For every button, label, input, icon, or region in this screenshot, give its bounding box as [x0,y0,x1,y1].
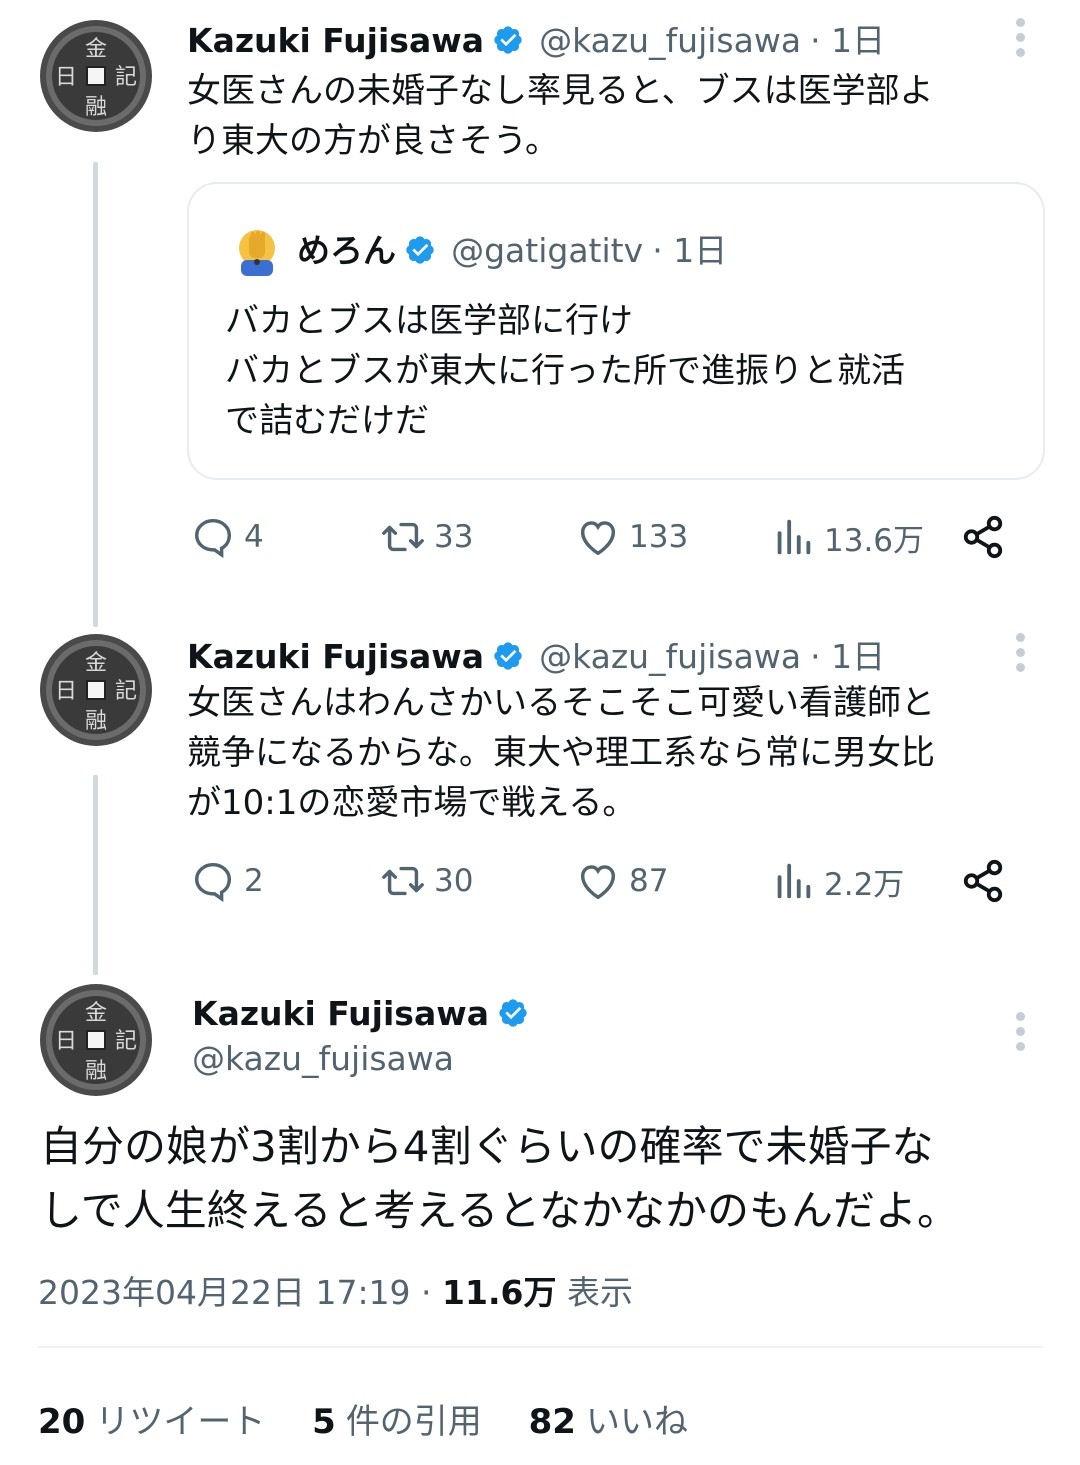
share-icon [963,859,1003,903]
face-palm-emoji-icon [239,230,275,276]
retweet-count: 33 [434,519,474,555]
tweet-actions: 4 33 133 13.6万 [190,514,1010,570]
like-button[interactable]: 133 [575,514,688,560]
views-button[interactable]: 2.2万 [770,858,904,904]
retweet-icon [382,866,424,896]
verified-badge-icon [494,26,522,54]
svg-text:融: 融 [85,1059,107,1084]
coin-avatar-icon: 金 融 日 記 [40,984,152,1096]
avatar[interactable]: 金 融 日 記 [36,980,156,1100]
svg-text:金: 金 [85,651,107,676]
quote-text: バカとブスは医学部に行け バカとブスが東大に行った所で進振りと就活 で詰むだけだ [225,301,905,441]
views-count: 13.6万 [824,522,925,559]
tweet-text: 女医さんはわんさかいるそこそこ可愛い看護師と 競争になるからな。東大や理工系なら… [187,683,935,823]
reply-count: 4 [244,519,264,555]
quote-avatar [229,222,285,278]
avatar[interactable]: 金 融 日 記 [36,16,156,136]
tweet-header: Kazuki Fujisawa @kazu_fujisawa · 1日 [187,14,885,62]
svg-text:日: 日 [55,65,77,90]
quote-tweet-card[interactable]: めろん @gatigatitv · 1日 バカとブスは医学部に行け バカとブスが… [187,182,1045,480]
svg-text:金: 金 [85,37,107,62]
svg-text:金: 金 [85,1001,107,1026]
quotes-stat[interactable]: 5 件の引用 [312,1402,482,1442]
avatar[interactable]: 金 融 日 記 [36,630,156,750]
more-options-icon[interactable] [1014,18,1026,57]
quote-timestamp: · 1日 [652,231,728,270]
divider [38,1346,1043,1348]
coin-avatar-icon: 金 融 日 記 [40,20,152,132]
timestamp[interactable]: · 1日 [810,637,885,676]
views-label: 表示 [566,1273,633,1312]
reply-button[interactable]: 2 [190,858,264,904]
coin-avatar-icon: 金 融 日 記 [40,634,152,746]
reply-icon [194,518,232,559]
views-count: 2.2万 [824,866,905,903]
svg-text:記: 記 [115,65,137,90]
likes-stat[interactable]: 82 いいね [529,1402,688,1442]
handle[interactable]: @kazu_fujisawa [192,1039,529,1078]
reply-count: 2 [244,863,264,899]
main-tweet-text: 自分の娘が3割から4割ぐらいの確率で未婚子な しで人生終えると考えるとなかなかの… [40,1122,959,1235]
quote-display-name: めろん [297,231,396,270]
like-count: 133 [629,519,689,555]
heart-icon [580,521,616,556]
main-tweet-header: Kazuki Fujisawa @kazu_fujisawa [192,994,529,1078]
handle[interactable]: @kazu_fujisawa [539,21,801,60]
share-button[interactable] [960,858,1014,904]
like-button[interactable]: 87 [575,858,668,904]
verified-badge-icon [406,236,434,264]
heart-icon [580,865,616,900]
svg-text:記: 記 [115,679,137,704]
more-options-icon[interactable] [1014,1012,1026,1051]
svg-text:日: 日 [55,679,77,704]
quote-handle: @gatigatitv [451,231,644,270]
tweet-meta: 2023年04月22日 17:19 · 11.6万 表示 [38,1266,633,1314]
svg-text:融: 融 [85,709,107,734]
verified-badge-icon [499,999,527,1027]
thread-line [93,162,98,627]
retweet-button[interactable]: 30 [380,858,473,904]
display-name[interactable]: Kazuki Fujisawa [187,637,484,676]
thread-line [93,775,98,975]
tweet-text: 女医さんの未婚子なし率見ると、ブスは医学部よ り東大の方が良さそう。 [187,71,934,161]
timestamp[interactable]: · 1日 [810,21,885,60]
svg-text:日: 日 [55,1029,77,1054]
retweet-count: 30 [434,863,474,899]
retweet-icon [382,522,424,552]
reply-button[interactable]: 4 [190,514,264,560]
tweet-date[interactable]: 2023年04月22日 17:19 · [38,1273,432,1312]
analytics-icon [777,863,811,899]
analytics-icon [777,519,811,555]
handle[interactable]: @kazu_fujisawa [539,637,801,676]
engagement-stats: 20 リツイート 5 件の引用 82 いいね [38,1394,688,1443]
share-icon [963,515,1003,559]
more-options-icon[interactable] [1014,633,1026,672]
reply-icon [194,862,232,903]
tweet-actions: 2 30 87 2.2万 [190,858,1010,914]
retweet-button[interactable]: 33 [380,514,473,560]
views-total: 11.6万 [442,1273,557,1312]
views-button[interactable]: 13.6万 [770,514,924,560]
display-name[interactable]: Kazuki Fujisawa [187,21,484,60]
svg-text:融: 融 [85,95,107,120]
display-name[interactable]: Kazuki Fujisawa [192,994,489,1033]
tweet-header: Kazuki Fujisawa @kazu_fujisawa · 1日 [187,630,885,678]
svg-text:記: 記 [115,1029,137,1054]
retweets-stat[interactable]: 20 リツイート [38,1402,265,1442]
like-count: 87 [629,863,669,899]
share-button[interactable] [960,514,1014,560]
quote-header: めろん @gatigatitv · 1日 [297,224,727,272]
verified-badge-icon [494,642,522,670]
